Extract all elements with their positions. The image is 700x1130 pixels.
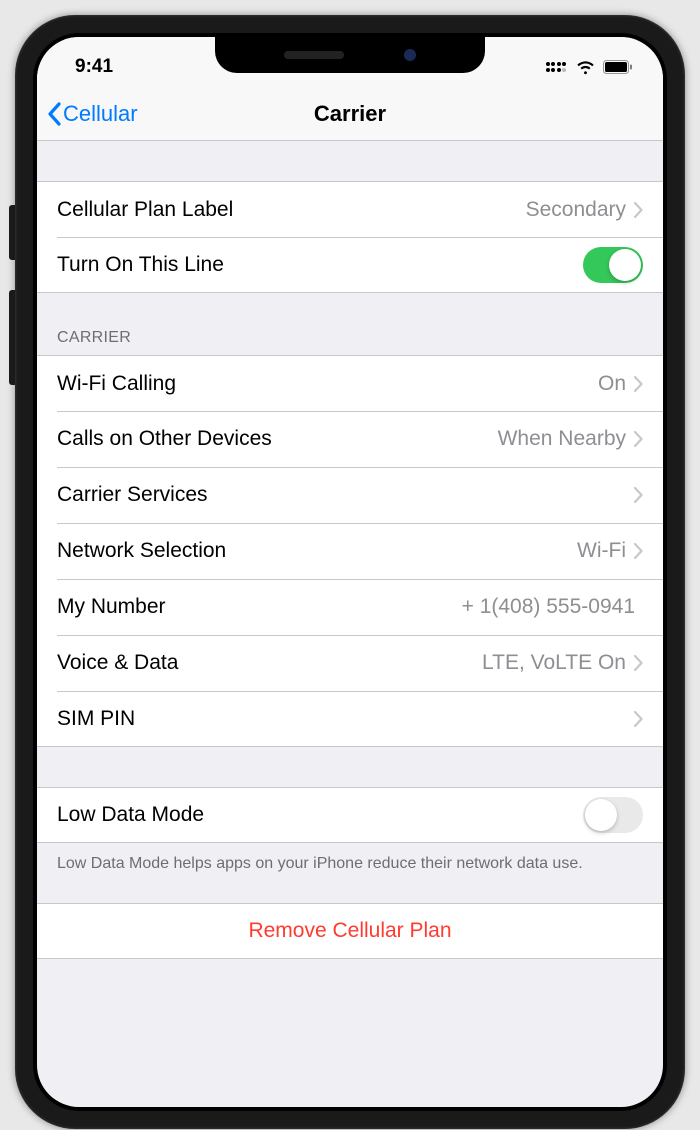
cellular-plan-label-row[interactable]: Cellular Plan Label Secondary	[37, 181, 663, 237]
chevron-right-icon	[634, 431, 643, 447]
low-data-mode-toggle[interactable]	[583, 797, 643, 833]
back-label: Cellular	[63, 101, 138, 127]
dual-signal-icon	[544, 62, 568, 72]
network-selection-row[interactable]: Network Selection Wi-Fi	[37, 523, 663, 579]
cell-label: Cellular Plan Label	[57, 198, 526, 222]
notch	[215, 37, 485, 73]
cell-value: LTE, VoLTE On	[482, 651, 626, 675]
wifi-icon	[575, 60, 596, 75]
cell-label: My Number	[57, 595, 462, 619]
cell-label: SIM PIN	[57, 707, 626, 731]
cell-value: On	[598, 372, 626, 396]
turn-on-line-toggle[interactable]	[583, 247, 643, 283]
low-data-footer: Low Data Mode helps apps on your iPhone …	[37, 843, 663, 885]
cell-label: Turn On This Line	[57, 253, 583, 277]
chevron-right-icon	[634, 543, 643, 559]
cell-label: Low Data Mode	[57, 803, 583, 827]
my-number-row[interactable]: My Number + 1(408) 555-0941	[37, 579, 663, 635]
cell-value: Secondary	[526, 198, 626, 222]
chevron-right-icon	[634, 655, 643, 671]
carrier-services-row[interactable]: Carrier Services	[37, 467, 663, 523]
chevron-right-icon	[634, 202, 643, 218]
cell-label: Wi-Fi Calling	[57, 372, 598, 396]
battery-icon	[603, 60, 633, 74]
remove-plan-label: Remove Cellular Plan	[248, 919, 451, 943]
chevron-right-icon	[634, 711, 643, 727]
sim-pin-row[interactable]: SIM PIN	[37, 691, 663, 747]
back-button[interactable]: Cellular	[47, 101, 138, 127]
nav-bar: Cellular Carrier	[37, 87, 663, 141]
cell-value: When Nearby	[498, 427, 626, 451]
status-time: 9:41	[75, 56, 113, 78]
cell-value: Wi-Fi	[577, 539, 626, 563]
cell-label: Network Selection	[57, 539, 577, 563]
carrier-section-header: Carrier	[37, 321, 663, 355]
voice-data-row[interactable]: Voice & Data LTE, VoLTE On	[37, 635, 663, 691]
turn-on-line-row: Turn On This Line	[37, 237, 663, 293]
remove-plan-button[interactable]: Remove Cellular Plan	[37, 903, 663, 959]
cell-label: Carrier Services	[57, 483, 626, 507]
chevron-left-icon	[47, 102, 61, 126]
wifi-calling-row[interactable]: Wi-Fi Calling On	[37, 355, 663, 411]
low-data-mode-row: Low Data Mode	[37, 787, 663, 843]
cell-value: + 1(408) 555-0941	[462, 595, 635, 619]
cell-label: Voice & Data	[57, 651, 482, 675]
chevron-right-icon	[634, 487, 643, 503]
page-title: Carrier	[314, 101, 386, 127]
screen: 9:41 Cellul	[37, 37, 663, 1107]
calls-other-devices-row[interactable]: Calls on Other Devices When Nearby	[37, 411, 663, 467]
chevron-right-icon	[634, 376, 643, 392]
cell-label: Calls on Other Devices	[57, 427, 498, 451]
